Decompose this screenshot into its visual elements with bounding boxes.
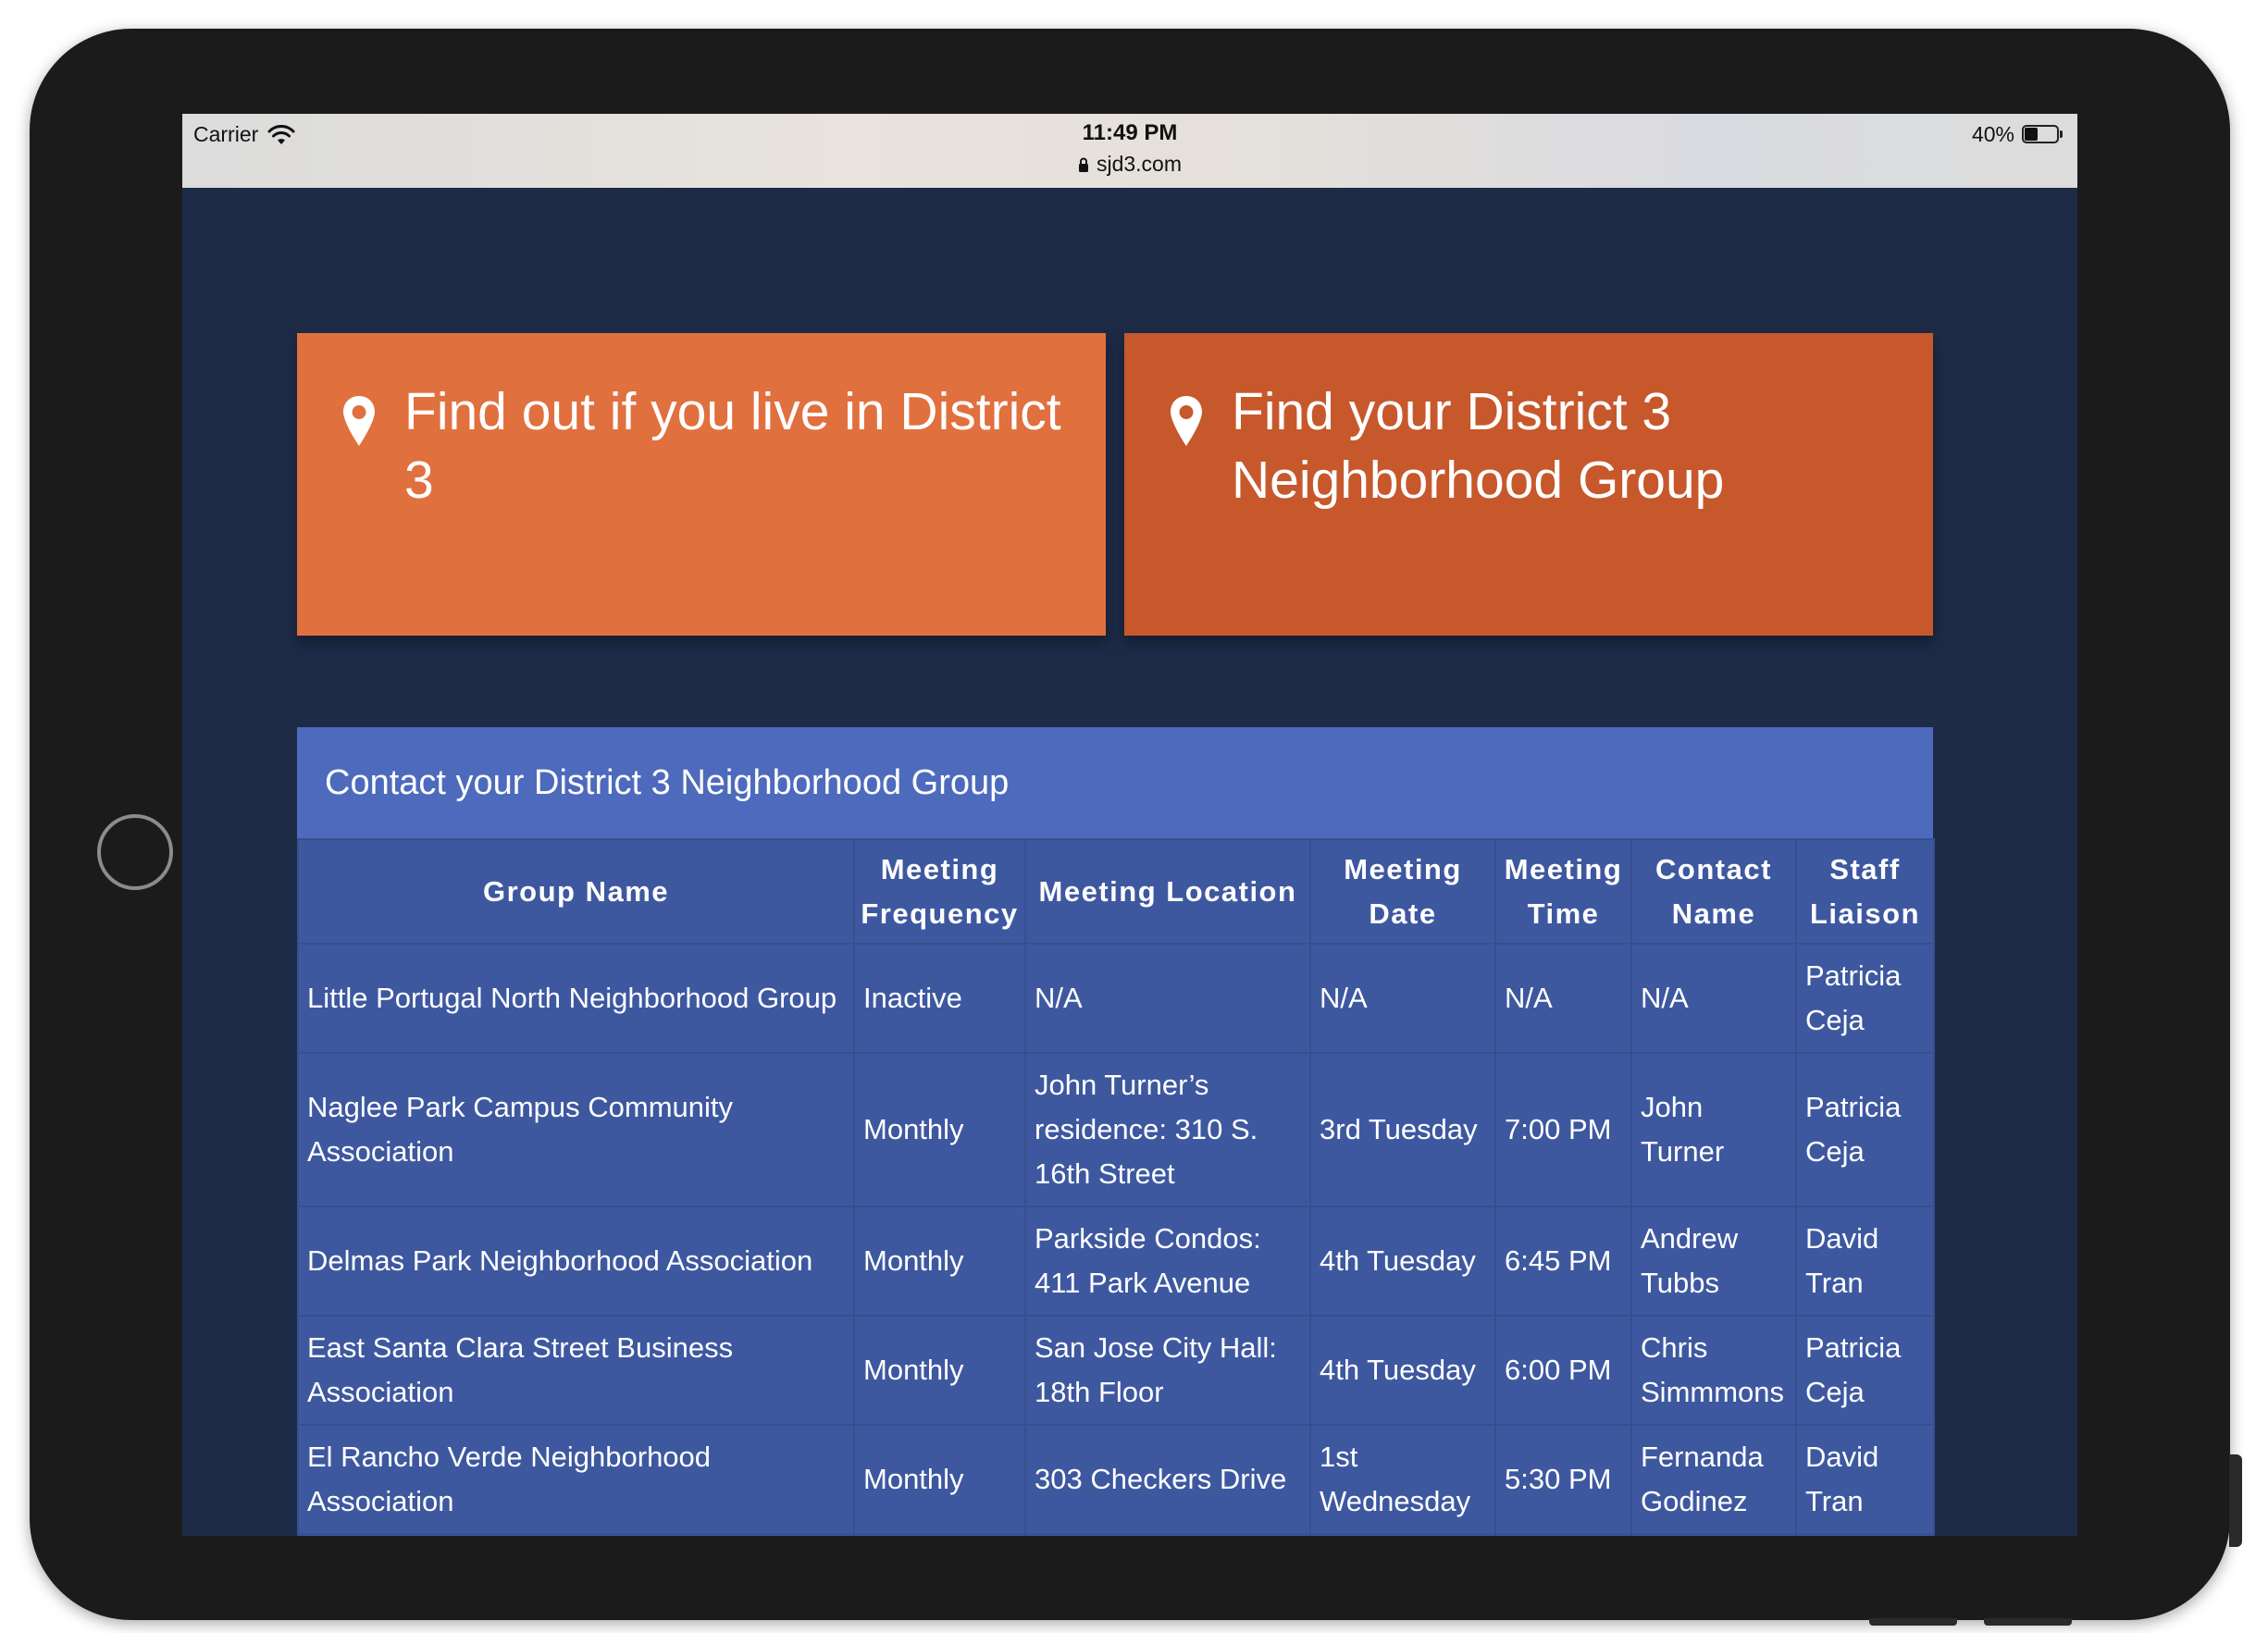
clock: 11:49 PM	[1082, 120, 1178, 145]
contact-cell: Andrew Tubbs	[1630, 1206, 1797, 1317]
frequency-cell: Monthly	[853, 1315, 1026, 1426]
frequency-cell: Monthly	[853, 1206, 1026, 1317]
location-cell: John Turner’s residence: 310 S. 16th Str…	[1024, 1052, 1311, 1207]
time-cell: 7:00 PM	[1494, 1052, 1632, 1207]
frequency-cell: Inactive	[853, 943, 1026, 1054]
time-cell: N/A	[1494, 943, 1632, 1054]
frequency-cell	[853, 1533, 1026, 1536]
liaison-cell	[1795, 1533, 1935, 1536]
group-name-cell: El Rancho Verde Neighborhood Association	[297, 1424, 855, 1535]
liaison-cell: Patricia Ceja	[1795, 1315, 1935, 1426]
group-name-cell: East Santa Clara Street Business Associa…	[297, 1315, 855, 1426]
battery-indicator: 40%	[1972, 122, 2064, 147]
column-header[interactable]: Meeting Frequency	[853, 838, 1026, 945]
location-cell: San Jose City Hall: 18th Floor	[1024, 1315, 1311, 1426]
column-header[interactable]: Meeting Date	[1309, 838, 1496, 945]
table-row: Little Portugal North Neighborhood Group…	[297, 943, 1935, 1054]
contact-cell: N/A	[1630, 943, 1797, 1054]
location-cell: N/A	[1024, 943, 1311, 1054]
liaison-cell: David Tran	[1795, 1206, 1935, 1317]
group-name-cell: Delmas Park Neighborhood Association	[297, 1206, 855, 1317]
neighborhood-groups-panel: Contact your District 3 Neighborhood Gro…	[297, 727, 1935, 1536]
browser-screen: Carrier 11:49 PM sjd3.com 40% Find out i…	[182, 114, 2077, 1536]
column-header[interactable]: Meeting Location	[1024, 838, 1311, 945]
status-bar: Carrier 11:49 PM sjd3.com 40%	[182, 114, 2077, 188]
location-cell: Parkside Condos: 411 Park Avenue	[1024, 1206, 1311, 1317]
url-text: sjd3.com	[1096, 152, 1183, 176]
column-header[interactable]: Contact Name	[1630, 838, 1797, 945]
liaison-cell: David Tran	[1795, 1424, 1935, 1535]
home-button[interactable]	[97, 814, 173, 890]
find-neighborhood-group-label: Find your District 3 Neighborhood Group	[1232, 382, 1725, 510]
frequency-cell: Monthly	[853, 1052, 1026, 1207]
time-cell: 6:00 PM	[1494, 1315, 1632, 1426]
date-cell: 4th Tuesday	[1309, 1315, 1496, 1426]
date-cell: 3rd Tuesday	[1309, 1052, 1496, 1207]
liaison-cell: Patricia Ceja	[1795, 943, 1935, 1054]
time-cell	[1494, 1533, 1632, 1536]
table-row: Naglee Park Campus Community Association…	[297, 1052, 1935, 1207]
group-name-cell: Naglee Park Campus Community Association	[297, 1052, 855, 1207]
contact-cell: John Turner	[1630, 1052, 1797, 1207]
volume-button	[1984, 1618, 2072, 1626]
column-header[interactable]: Staff Liaison	[1795, 838, 1935, 945]
contact-cell: Chris Simmmons	[1630, 1315, 1797, 1426]
time-cell: 6:45 PM	[1494, 1206, 1632, 1317]
find-district-card[interactable]: Find out if you live in District 3	[297, 333, 1106, 636]
table-title: Contact your District 3 Neighborhood Gro…	[297, 727, 1933, 838]
frequency-cell: Monthly	[853, 1424, 1026, 1535]
map-pin-icon	[343, 396, 375, 446]
table-row: East Santa Clara Street Business Associa…	[297, 1315, 1935, 1426]
table-header-row: Group Name Meeting Frequency Meeting Loc…	[297, 838, 1935, 945]
time-cell: 5:30 PM	[1494, 1424, 1632, 1535]
neighborhood-groups-table: Group Name Meeting Frequency Meeting Loc…	[297, 838, 1935, 1536]
map-pin-icon	[1171, 396, 1202, 446]
date-cell: 4th Tuesday	[1309, 1206, 1496, 1317]
find-neighborhood-group-card[interactable]: Find your District 3 Neighborhood Group	[1124, 333, 1933, 636]
date-cell	[1309, 1533, 1496, 1536]
address-bar[interactable]: sjd3.com	[182, 152, 2077, 177]
find-district-label: Find out if you live in District 3	[404, 382, 1061, 510]
date-cell: N/A	[1309, 943, 1496, 1054]
liaison-cell: Patricia Ceja	[1795, 1052, 1935, 1207]
table-row	[297, 1533, 1935, 1536]
location-cell	[1024, 1533, 1311, 1536]
group-name-cell: Little Portugal North Neighborhood Group	[297, 943, 855, 1054]
battery-percent: 40%	[1971, 122, 2014, 146]
table-row: El Rancho Verde Neighborhood Association…	[297, 1424, 1935, 1535]
date-cell: 1st Wednesday	[1309, 1424, 1496, 1535]
battery-icon	[2022, 124, 2064, 145]
column-header[interactable]: Meeting Time	[1494, 838, 1632, 945]
table-row: Delmas Park Neighborhood Association Mon…	[297, 1206, 1935, 1317]
lock-icon	[1078, 157, 1088, 172]
location-cell: 303 Checkers Drive	[1024, 1424, 1311, 1535]
volume-button	[1869, 1618, 1957, 1626]
side-button	[2229, 1454, 2242, 1547]
group-name-cell	[297, 1533, 855, 1536]
contact-cell: Fernanda Godinez	[1630, 1424, 1797, 1535]
contact-cell	[1630, 1533, 1797, 1536]
column-header[interactable]: Group Name	[297, 838, 855, 945]
